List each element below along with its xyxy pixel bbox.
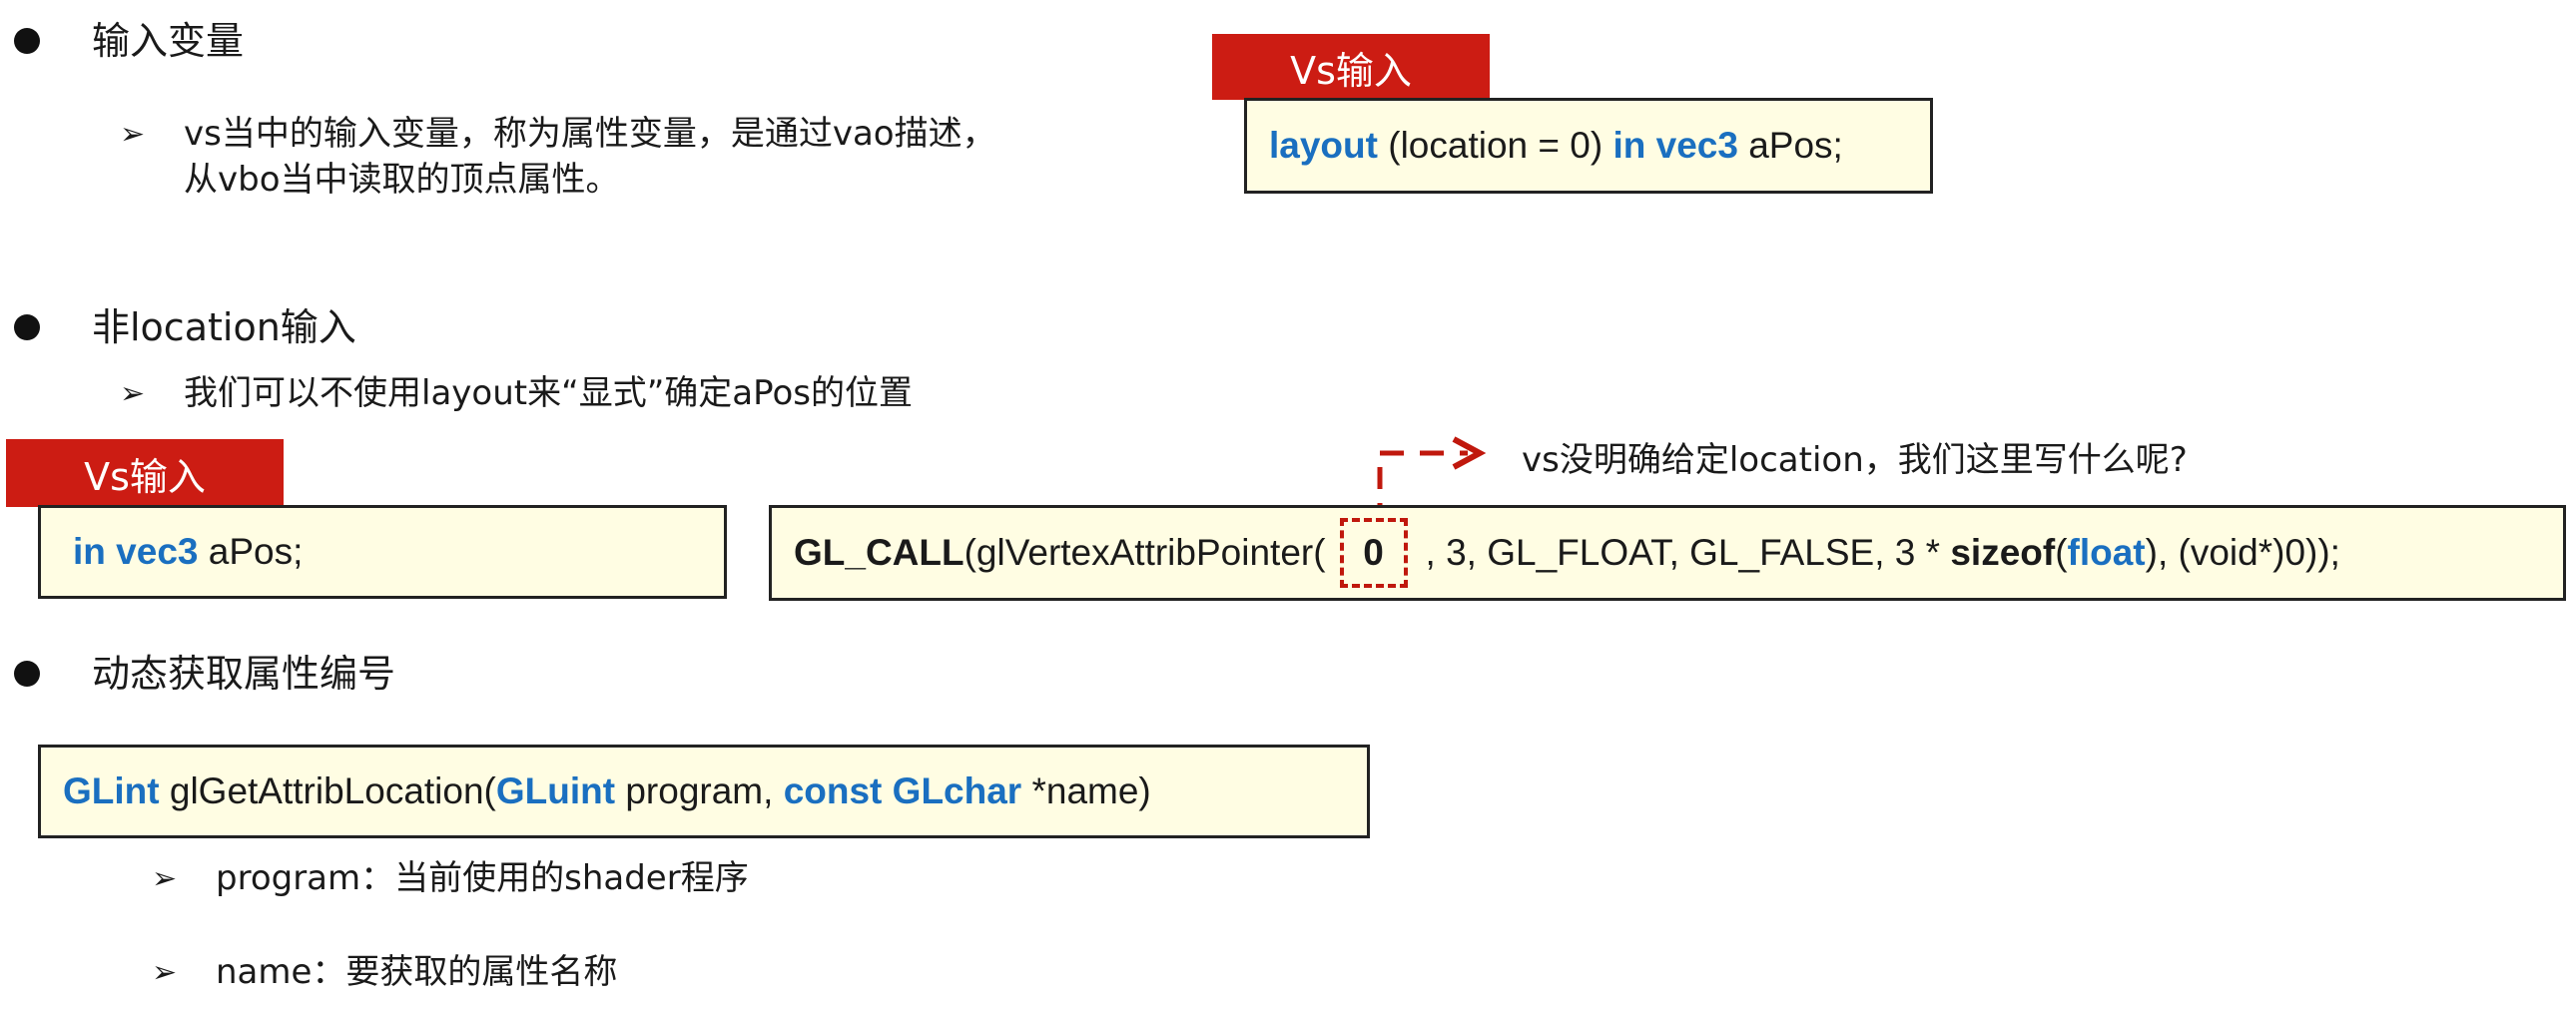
- annotation-question: vs没明确给定location，我们这里写什么呢?: [1522, 440, 2188, 480]
- sub-point-input-variables: ➢ vs当中的输入变量，称为属性变量，是通过vao描述， 从vbo当中读取的顶点…: [120, 112, 996, 204]
- sub-text-non-location: 我们可以不使用layout来“显式”确定aPos的位置: [184, 373, 913, 413]
- bullet-dot: [14, 314, 40, 340]
- code-var: aPos;: [1737, 125, 1843, 166]
- code-keyword-const-glchar: const GLchar: [783, 770, 1022, 811]
- highlighted-zero: 0: [1339, 518, 1408, 588]
- arrow-bullet-icon: ➢: [120, 376, 146, 411]
- code-tail: ), (void*)0));: [2145, 532, 2340, 573]
- heading-dynamic-attrib: 动态获取属性编号: [92, 652, 396, 696]
- slide: 输入变量 ➢ vs当中的输入变量，称为属性变量，是通过vao描述， 从vbo当中…: [0, 0, 2576, 1010]
- bullet-dot: [14, 661, 40, 687]
- tab-vs-input-1: Vs输入: [1212, 34, 1490, 100]
- heading-non-location-input: 非location输入: [92, 305, 356, 349]
- sub-text-line2: 从vbo当中读取的顶点属性。: [184, 159, 620, 200]
- bullet-input-variables: 输入变量: [14, 22, 244, 60]
- code-keyword-glint: GLint: [63, 770, 160, 811]
- code-location-part: (location = 0): [1377, 125, 1613, 166]
- sub-text-name: name：要获取的属性名称: [216, 952, 618, 992]
- code-var: aPos;: [198, 531, 304, 572]
- arrow-bullet-icon: ➢: [152, 955, 178, 990]
- code-args: , 3, GL_FLOAT, GL_FALSE, 3 *: [1425, 532, 1951, 573]
- bullet-dot: [14, 28, 40, 54]
- sub-text-program: program：当前使用的shader程序: [216, 858, 749, 898]
- code-glcall: GL_CALL: [794, 532, 965, 573]
- heading-input-variables: 输入变量: [92, 19, 245, 63]
- code-keyword-layout: layout: [1269, 125, 1378, 166]
- sub-point-name: ➢ name：要获取的属性名称: [152, 950, 617, 996]
- code-keyword-gluint: GLuint: [495, 770, 616, 811]
- code-keyword-float: float: [2067, 532, 2146, 573]
- bullet-non-location-input: 非location输入: [14, 308, 356, 346]
- code-keyword-in-vec3: in vec3: [73, 531, 199, 572]
- code-program-arg: program,: [615, 770, 784, 811]
- code-func-open: (glVertexAttribPointer(: [964, 532, 1326, 573]
- code-box-vertex-attrib-pointer: GL_CALL (glVertexAttribPointer( 0 , 3, GL_F…: [769, 505, 2566, 601]
- sub-text-line1: vs当中的输入变量，称为属性变量，是通过vao描述，: [184, 114, 996, 154]
- sub-point-non-location: ➢ 我们可以不使用layout来“显式”确定aPos的位置: [120, 371, 913, 417]
- bullet-dynamic-attrib: 动态获取属性编号: [14, 655, 395, 693]
- sub-point-program: ➢ program：当前使用的shader程序: [152, 856, 749, 902]
- arrow-bullet-icon: ➢: [120, 117, 146, 152]
- tab-vs-input-2: Vs输入: [6, 439, 284, 507]
- code-box-in-vec3: in vec3 aPos;: [38, 505, 727, 599]
- code-box-layout: layout (location = 0) in vec3 aPos;: [1244, 98, 1933, 194]
- code-keyword-sizeof: sizeof: [1950, 532, 2056, 573]
- code-name-arg: *name): [1021, 770, 1151, 811]
- code-func: glGetAttribLocation(: [159, 770, 496, 811]
- arrow-bullet-icon: ➢: [152, 861, 178, 896]
- code-box-get-attrib-location: GLint glGetAttribLocation(GLuint program…: [38, 745, 1370, 838]
- code-paren: (: [2055, 532, 2068, 573]
- code-keyword-in-vec3: in vec3: [1612, 125, 1738, 166]
